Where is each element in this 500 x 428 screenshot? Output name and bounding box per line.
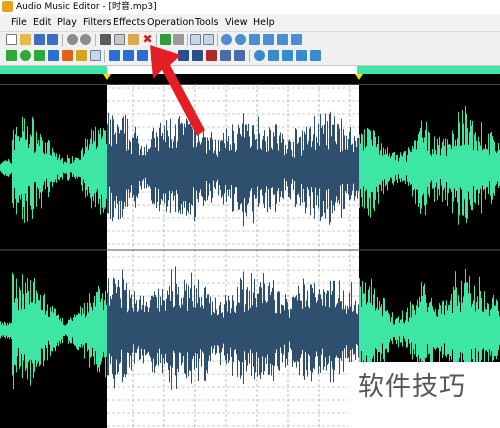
record-icon[interactable]: [76, 50, 87, 61]
play-icon[interactable]: [6, 50, 17, 61]
play-to-end-icon[interactable]: [34, 50, 45, 61]
menu-operation[interactable]: Operation: [147, 14, 194, 31]
go-start-icon[interactable]: [109, 50, 120, 61]
zoom-selection-icon[interactable]: [263, 34, 274, 45]
zoom-vertical-in-icon[interactable]: [277, 34, 288, 45]
save-icon[interactable]: [34, 34, 45, 45]
watermark-text: 软件技巧: [358, 372, 467, 402]
selection-marker: [103, 74, 111, 80]
menu-file[interactable]: File: [11, 14, 27, 31]
toolbar-separator: [156, 34, 157, 46]
cut-icon[interactable]: [100, 34, 111, 45]
overview-bar[interactable]: [0, 66, 500, 74]
zoom-vertical-out-icon[interactable]: [291, 34, 302, 45]
reverse-icon[interactable]: [268, 50, 279, 61]
play-loop-icon[interactable]: [20, 50, 31, 61]
zoom-out-icon[interactable]: [235, 34, 246, 45]
new-file-icon[interactable]: [6, 34, 17, 45]
redo-icon[interactable]: [80, 34, 91, 45]
menu-edit[interactable]: Edit: [33, 14, 51, 31]
delete-icon[interactable]: ✖: [142, 33, 153, 45]
go-end-icon[interactable]: [151, 50, 162, 61]
select-mode-icon[interactable]: [190, 34, 201, 45]
normalize-icon[interactable]: [234, 50, 245, 61]
copy-icon[interactable]: [114, 34, 125, 45]
play-selection-icon[interactable]: [160, 34, 171, 45]
trim-icon[interactable]: [173, 34, 184, 45]
menu-bar: File Edit Play Filters Effects Operation…: [0, 14, 500, 32]
save-as-icon[interactable]: [47, 34, 58, 45]
window-title: Audio Music Editor - [时音.mp3]: [16, 2, 157, 12]
edit-toolbar: ✖: [0, 32, 500, 48]
selection-marker: [355, 74, 363, 80]
mark-in-icon[interactable]: [296, 50, 307, 61]
toolbar-separator: [95, 34, 96, 46]
toolbar-separator: [104, 50, 105, 62]
app-icon: [2, 1, 13, 12]
rewind-icon[interactable]: [123, 50, 134, 61]
loop-icon[interactable]: [282, 50, 293, 61]
region-icon[interactable]: [192, 50, 203, 61]
menu-filters[interactable]: Filters: [83, 14, 111, 31]
menu-tools[interactable]: Tools: [195, 14, 218, 31]
paste-icon[interactable]: [128, 34, 139, 45]
fade-icon[interactable]: [254, 50, 265, 61]
toolbar-separator: [249, 50, 250, 62]
mark-out-icon[interactable]: [310, 50, 321, 61]
menu-help[interactable]: Help: [253, 14, 275, 31]
pause-icon[interactable]: [48, 50, 59, 61]
align-icon[interactable]: [220, 50, 231, 61]
zoom-fit-icon[interactable]: [249, 34, 260, 45]
toolbar-separator: [217, 34, 218, 46]
zoom-in-icon[interactable]: [221, 34, 232, 45]
overview-selection[interactable]: [107, 66, 357, 74]
fast-forward-icon[interactable]: [137, 50, 148, 61]
stop-icon[interactable]: [62, 50, 73, 61]
menu-view[interactable]: View: [225, 14, 248, 31]
cue-icon[interactable]: [178, 50, 189, 61]
draw-mode-icon[interactable]: [203, 34, 214, 45]
undo-icon[interactable]: [67, 34, 78, 45]
menu-play[interactable]: Play: [57, 14, 77, 31]
open-file-icon[interactable]: [20, 34, 31, 45]
toolbar-separator: [187, 34, 188, 46]
snap-icon[interactable]: [206, 50, 217, 61]
transport-toolbar: [0, 48, 500, 66]
title-bar: Audio Music Editor - [时音.mp3]: [0, 0, 500, 14]
menu-effects[interactable]: Effects: [113, 14, 145, 31]
toolbar-separator: [62, 34, 63, 46]
marker-icon[interactable]: [90, 50, 101, 61]
toolbar-separator: [170, 50, 171, 62]
